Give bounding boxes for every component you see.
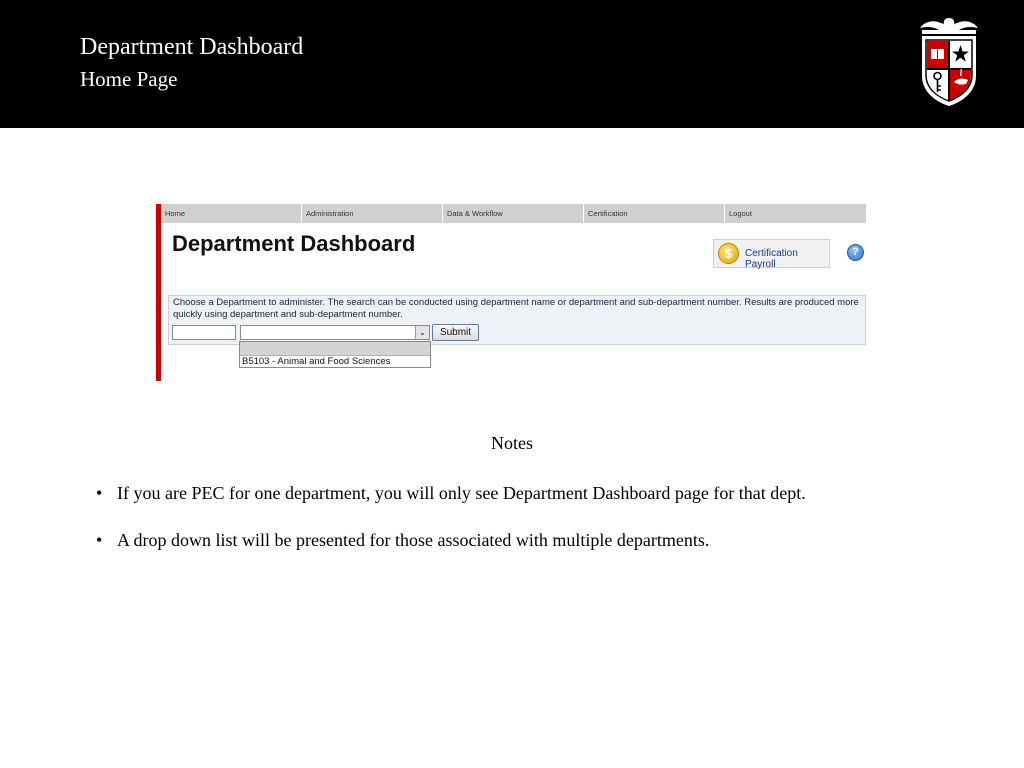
submit-button[interactable]: Submit xyxy=(432,324,479,341)
bullet-text: A drop down list will be presented for t… xyxy=(117,530,710,550)
dropdown-option-blank[interactable] xyxy=(240,342,430,356)
bullet-marker: • xyxy=(96,483,103,503)
top-nav: Home Administration Data & Workflow Cert… xyxy=(161,204,866,223)
department-search-input[interactable] xyxy=(172,325,236,340)
slide-subtitle: Home Page xyxy=(80,67,178,91)
search-instructions: Choose a Department to administer. The s… xyxy=(173,297,859,320)
list-item: • If you are PEC for one department, you… xyxy=(96,482,976,504)
chevron-down-icon[interactable]: ⌄ xyxy=(415,326,429,339)
dollar-coin-icon: $ xyxy=(718,243,739,264)
slide-title: Department Dashboard xyxy=(80,34,304,60)
university-crest-icon xyxy=(920,18,978,106)
list-item: • A drop down list will be presented for… xyxy=(96,529,976,551)
certification-payroll-label: Certification Payroll xyxy=(745,248,798,270)
nav-item-certification[interactable]: Certification xyxy=(584,204,725,223)
department-search-panel: Choose a Department to administer. The s… xyxy=(168,295,866,345)
page-title: Department Dashboard xyxy=(172,231,416,256)
nav-item-administration[interactable]: Administration xyxy=(302,204,443,223)
department-dropdown-list: B5103 - Animal and Food Sciences xyxy=(239,341,431,368)
help-icon[interactable]: ? xyxy=(847,244,864,261)
notes-list: • If you are PEC for one department, you… xyxy=(96,482,976,576)
slide-header: Department Dashboard Home Page xyxy=(0,0,1024,128)
bullet-marker: • xyxy=(96,530,103,550)
nav-item-data-workflow[interactable]: Data & Workflow xyxy=(443,204,584,223)
dashboard-screenshot: Home Administration Data & Workflow Cert… xyxy=(156,204,868,382)
notes-heading: Notes xyxy=(491,433,533,453)
nav-item-logout[interactable]: Logout xyxy=(725,204,866,223)
accent-bar xyxy=(156,204,161,381)
dropdown-option-b5103[interactable]: B5103 - Animal and Food Sciences xyxy=(240,356,430,368)
nav-item-home[interactable]: Home xyxy=(161,204,302,223)
certification-payroll-button[interactable]: $ Certification Payroll xyxy=(713,239,830,270)
bullet-text: If you are PEC for one department, you w… xyxy=(117,483,806,503)
department-select[interactable]: ⌄ xyxy=(240,325,430,340)
